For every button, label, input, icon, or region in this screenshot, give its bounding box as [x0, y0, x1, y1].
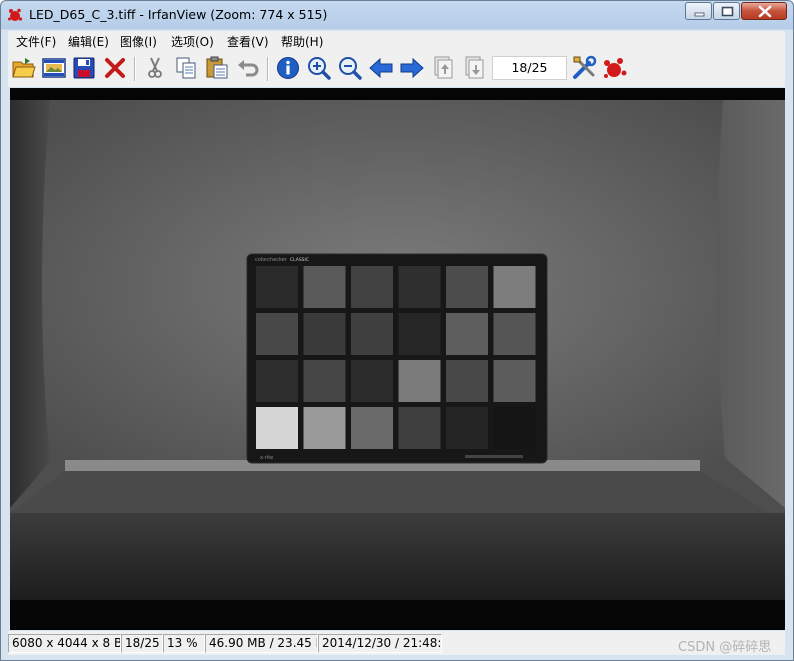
- chart-model-label: CLASSIC: [290, 257, 309, 263]
- color-patch: [398, 360, 441, 402]
- info-icon: [277, 57, 299, 79]
- maximize-icon: [721, 6, 734, 17]
- info-button[interactable]: [275, 55, 301, 81]
- status-date: 2014/12/30 / 21:48:1(: [318, 634, 442, 653]
- toolbar-separator: [267, 57, 269, 81]
- slideshow-icon: [42, 58, 66, 78]
- exit-button[interactable]: [602, 55, 628, 81]
- delete-icon: [105, 58, 125, 78]
- menu-options[interactable]: 选项(O): [171, 33, 214, 50]
- zoom-in-icon: [308, 57, 331, 80]
- color-patch: [351, 313, 393, 355]
- paste-icon: [206, 56, 228, 79]
- first-page-button[interactable]: [430, 55, 456, 81]
- minimize-button[interactable]: [685, 2, 712, 20]
- menu-help[interactable]: 帮助(H): [281, 33, 323, 50]
- status-dimensions: 6080 x 4044 x 8 BP: [8, 634, 121, 653]
- color-patch: [493, 266, 536, 308]
- color-patch: [256, 360, 298, 402]
- close-icon: [758, 5, 772, 18]
- cut-icon: [148, 57, 162, 78]
- paste-button[interactable]: [204, 55, 230, 81]
- color-patch: [446, 266, 488, 308]
- image-display: colorchecker CLASSIC x-rite: [10, 88, 785, 630]
- color-patch: [493, 360, 536, 402]
- exit-paint-icon: [604, 58, 627, 78]
- irfanview-app-icon: [8, 8, 23, 21]
- settings-tools-icon: [573, 55, 597, 79]
- status-page: 18/25: [121, 634, 163, 653]
- zoom-out-icon: [339, 57, 362, 80]
- save-icon: [73, 57, 95, 79]
- copy-button[interactable]: [173, 55, 199, 81]
- first-page-icon: [434, 56, 453, 79]
- menu-view[interactable]: 查看(V): [227, 33, 269, 50]
- delete-button[interactable]: [102, 55, 128, 81]
- open-button[interactable]: [11, 55, 37, 81]
- previous-arrow-icon: [369, 57, 393, 79]
- cut-button[interactable]: [142, 55, 168, 81]
- undo-button[interactable]: [235, 55, 261, 81]
- color-patch: [303, 407, 346, 449]
- color-patch: [398, 407, 441, 449]
- toolbar-separator: [134, 57, 136, 81]
- status-bar: 6080 x 4044 x 8 BP 18/25 13 % 46.90 MB /…: [8, 631, 785, 655]
- properties-button[interactable]: [571, 55, 597, 81]
- menu-file[interactable]: 文件(F): [16, 33, 56, 50]
- next-arrow-icon: [400, 57, 424, 79]
- color-patch: [446, 313, 488, 355]
- color-patch: [303, 313, 346, 355]
- open-folder-icon: [12, 58, 36, 78]
- minimize-icon: [694, 12, 705, 17]
- color-patch: [398, 313, 441, 355]
- chart-maker-label: x-rite: [260, 455, 273, 461]
- color-patch: [351, 407, 393, 449]
- color-patch: [446, 407, 488, 449]
- toolbar: 18/25: [8, 51, 785, 87]
- color-patch: [256, 313, 298, 355]
- undo-icon: [238, 60, 259, 77]
- save-button[interactable]: [71, 55, 97, 81]
- color-patch: [493, 407, 536, 449]
- color-patch: [303, 360, 346, 402]
- menu-edit[interactable]: 编辑(E): [68, 33, 109, 50]
- color-patch: [493, 313, 536, 355]
- color-patch: [351, 266, 393, 308]
- color-patch: [446, 360, 488, 402]
- next-button[interactable]: [399, 55, 425, 81]
- irfanview-window: LED_D65_C_3.tiff - IrfanView (Zoom: 774 …: [0, 0, 794, 661]
- chart-brand-label: colorchecker: [255, 257, 288, 263]
- color-patch: [303, 266, 346, 308]
- close-button[interactable]: [741, 2, 787, 20]
- title-bar[interactable]: LED_D65_C_3.tiff - IrfanView (Zoom: 774 …: [1, 1, 793, 30]
- menu-image[interactable]: 图像(I): [120, 33, 157, 50]
- status-zoom: 13 %: [163, 634, 205, 653]
- window-title: LED_D65_C_3.tiff - IrfanView (Zoom: 774 …: [29, 7, 328, 22]
- status-filesize: 46.90 MB / 23.45 M: [205, 634, 318, 653]
- menu-bar: 文件(F) 编辑(E) 图像(I) 选项(O) 查看(V) 帮助(H): [8, 31, 785, 51]
- zoom-out-button[interactable]: [337, 55, 363, 81]
- previous-button[interactable]: [368, 55, 394, 81]
- zoom-in-button[interactable]: [306, 55, 332, 81]
- page-indicator[interactable]: 18/25: [492, 56, 567, 80]
- color-patch: [256, 407, 298, 449]
- maximize-button[interactable]: [713, 2, 740, 20]
- color-patch: [256, 266, 298, 308]
- color-patch: [398, 266, 441, 308]
- last-page-icon: [465, 56, 484, 79]
- color-patch: [351, 360, 393, 402]
- copy-icon: [176, 57, 196, 79]
- csdn-watermark: CSDN @碎碎思: [678, 640, 772, 655]
- slideshow-button[interactable]: [41, 55, 67, 81]
- image-viewport[interactable]: colorchecker CLASSIC x-rite: [10, 88, 785, 630]
- last-page-button[interactable]: [461, 55, 487, 81]
